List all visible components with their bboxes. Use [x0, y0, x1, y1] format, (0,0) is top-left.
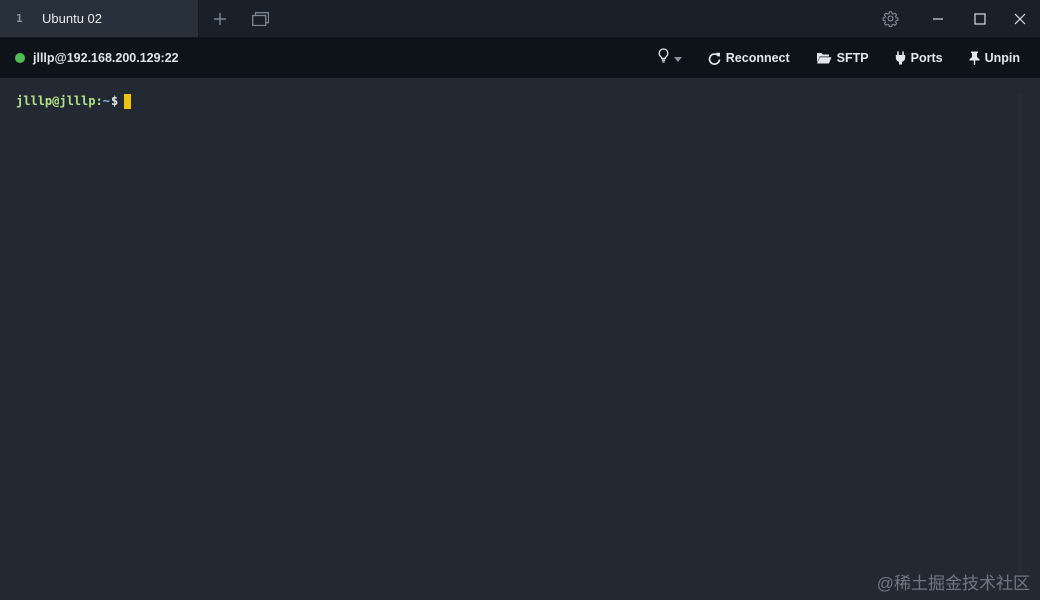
terminal-prompt: jlllp@jlllp : ~ $ — [16, 93, 132, 109]
minimize-icon — [932, 13, 944, 25]
connection-label: jlllp@192.168.200.129:22 — [33, 51, 179, 65]
tab-overview-button[interactable] — [242, 0, 278, 37]
close-button[interactable] — [1002, 0, 1038, 37]
watermark: @稀土掘金技术社区 — [876, 574, 1030, 593]
prompt-separator: : — [95, 94, 103, 108]
unpin-label: Unpin — [984, 51, 1020, 65]
plug-icon — [895, 51, 906, 65]
ports-label: Ports — [910, 51, 943, 65]
close-icon — [1014, 13, 1026, 25]
tab-title: Ubuntu 02 — [42, 11, 102, 26]
terminal-cursor — [124, 93, 132, 109]
prompt-symbol: $ — [110, 94, 119, 108]
connection-info: jlllp@192.168.200.129:22 — [15, 38, 179, 78]
session-actions: Reconnect SFTP Ports Unpin — [658, 38, 1020, 78]
gear-icon — [882, 10, 899, 27]
settings-button[interactable] — [872, 0, 908, 37]
prompt-user-host: jlllp@jlllp — [16, 94, 96, 108]
new-tab-button[interactable] — [202, 0, 238, 37]
maximize-button[interactable] — [962, 0, 998, 37]
quick-actions-dropdown[interactable] — [658, 38, 682, 78]
tab-index: 1 — [16, 12, 23, 25]
minimize-button[interactable] — [920, 0, 956, 37]
session-toolbar: jlllp@192.168.200.129:22 Reconnect SFTP … — [0, 38, 1040, 78]
folder-open-icon — [816, 52, 832, 64]
chevron-down-icon — [673, 49, 682, 67]
prompt-path: ~ — [102, 94, 110, 108]
windows-icon — [251, 11, 269, 26]
ports-button[interactable]: Ports — [895, 38, 943, 78]
sftp-button[interactable]: SFTP — [816, 38, 869, 78]
sftp-label: SFTP — [836, 51, 869, 65]
maximize-icon — [974, 12, 986, 25]
terminal-area[interactable]: jlllp@jlllp : ~ $ — [0, 78, 1040, 600]
pin-icon — [969, 51, 980, 65]
plus-icon — [213, 12, 227, 26]
connection-status-dot — [15, 53, 25, 63]
reload-icon — [708, 52, 721, 65]
terminal-scrollbar[interactable] — [1018, 94, 1022, 574]
lightbulb-icon — [658, 48, 669, 68]
title-bar: 1 Ubuntu 02 — [0, 0, 1040, 38]
unpin-button[interactable]: Unpin — [969, 38, 1020, 78]
terminal-window: 1 Ubuntu 02 jlllp@192.168.200.129:22 Rec… — [0, 0, 1040, 600]
reconnect-label: Reconnect — [725, 51, 790, 65]
reconnect-button[interactable]: Reconnect — [708, 38, 790, 78]
tab-ubuntu-02[interactable]: 1 Ubuntu 02 — [0, 0, 199, 37]
